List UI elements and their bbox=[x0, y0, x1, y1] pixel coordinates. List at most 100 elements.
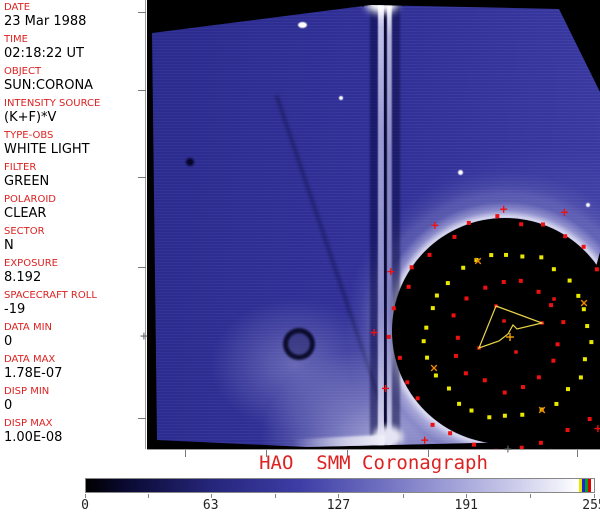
outer-red-squares-dot bbox=[520, 446, 524, 449]
outer-red-squares-dot bbox=[431, 423, 435, 427]
intensity-colorbar bbox=[85, 478, 595, 493]
field-label: TYPE-OBS bbox=[4, 130, 145, 142]
field-value: 02:18:22 UT bbox=[4, 46, 145, 61]
outer-red-squares-dot bbox=[595, 267, 599, 271]
field-label: OBJECT bbox=[4, 66, 145, 78]
yellow-squares-dot bbox=[552, 267, 556, 271]
yellow-squares-dot bbox=[461, 266, 465, 270]
inner-red-squares-dot bbox=[537, 375, 541, 379]
field-disp-max: DISP MAX1.00E-08 bbox=[4, 418, 145, 445]
outer-red-squares-dot bbox=[472, 443, 476, 447]
field-exposure: EXPOSURE8.192 bbox=[4, 258, 145, 285]
field-label: DATA MIN bbox=[4, 322, 145, 334]
inner-red-squares-dot bbox=[537, 290, 541, 294]
yellow-squares-dot bbox=[568, 279, 572, 283]
outer-red-squares-dot bbox=[541, 222, 545, 226]
inner-red-squares-dot bbox=[549, 303, 553, 307]
cross-red-marks-dot bbox=[500, 206, 507, 213]
yellow-squares-dot bbox=[422, 339, 426, 343]
extra-red-dot bbox=[502, 319, 506, 323]
field-value: 0 bbox=[4, 334, 145, 349]
field-type-obs: TYPE-OBSWHITE LIGHT bbox=[4, 130, 145, 157]
cross-red-marks-dot bbox=[431, 222, 438, 229]
outer-red-squares-dot bbox=[495, 214, 499, 218]
outer-red-squares-dot bbox=[467, 221, 471, 225]
left-frame-tick bbox=[138, 12, 146, 13]
field-label: EXPOSURE bbox=[4, 258, 145, 270]
inner-red-squares-dot bbox=[556, 342, 560, 346]
yellow-squares-dot bbox=[583, 357, 587, 361]
yellow-squares-dot bbox=[539, 255, 543, 259]
smm-coronagraph-display: { "sidebar": { "fields": [ {"label": "DA… bbox=[0, 0, 600, 512]
left-frame-tick bbox=[138, 418, 146, 419]
colorbar-label: 191 bbox=[454, 498, 477, 513]
yellow-squares-dot bbox=[435, 294, 439, 298]
field-label: DISP MIN bbox=[4, 386, 145, 398]
outer-red-squares-dot bbox=[519, 222, 523, 226]
outer-red-squares-dot bbox=[539, 441, 543, 445]
field-disp-min: DISP MIN0 bbox=[4, 386, 145, 413]
field-value: 0 bbox=[4, 398, 145, 413]
outer-red-squares-dot bbox=[410, 265, 414, 269]
extra-red-dot bbox=[552, 297, 556, 301]
field-value: GREEN bbox=[4, 174, 145, 189]
field-value: 8.192 bbox=[4, 270, 145, 285]
cross-red-marks-dot bbox=[382, 385, 389, 392]
outer-red-squares-dot bbox=[392, 306, 396, 310]
inner-red-squares-dot bbox=[483, 378, 487, 382]
outer-red-squares-dot bbox=[452, 235, 456, 239]
colorbar-label: 63 bbox=[203, 498, 219, 513]
inner-red-squares-dot bbox=[561, 320, 565, 324]
field-value: CLEAR bbox=[4, 206, 145, 221]
colorbar-stripe bbox=[588, 479, 591, 492]
field-value: 23 Mar 1988 bbox=[4, 14, 145, 29]
inner-red-squares-dot bbox=[519, 279, 523, 283]
yellow-squares-dot bbox=[434, 373, 438, 377]
instrument-caption: HAO SMM Coronagraph bbox=[147, 452, 600, 474]
yellow-squares-dot bbox=[487, 415, 491, 419]
colorbar-label: 127 bbox=[327, 498, 350, 513]
field-label: DATA MAX bbox=[4, 354, 145, 366]
metadata-sidebar: DATE23 Mar 1988TIME02:18:22 UTOBJECTSUN:… bbox=[0, 0, 146, 449]
field-polaroid: POLAROIDCLEAR bbox=[4, 194, 145, 221]
field-label: POLAROID bbox=[4, 194, 145, 206]
inner-red-squares-dot bbox=[502, 280, 506, 284]
yellow-squares-dot bbox=[585, 324, 589, 328]
field-label: DISP MAX bbox=[4, 418, 145, 430]
field-value: -19 bbox=[4, 302, 145, 317]
yellow-squares-dot bbox=[554, 402, 558, 406]
left-frame-tick bbox=[138, 177, 146, 178]
outer-red-squares-dot bbox=[405, 380, 409, 384]
occulting-disk bbox=[392, 218, 600, 444]
inner-red-squares-dot bbox=[483, 286, 487, 290]
field-data-max: DATA MAX1.78E-07 bbox=[4, 354, 145, 381]
yellow-squares-dot bbox=[504, 253, 508, 257]
field-intensity-source: INTENSITY SOURCE(K+F)*V bbox=[4, 98, 145, 125]
field-value: (K+F)*V bbox=[4, 110, 145, 125]
colorbar-tick bbox=[148, 494, 149, 498]
outer-red-squares-dot bbox=[398, 356, 402, 360]
yellow-squares-dot bbox=[425, 356, 429, 360]
outer-red-squares-dot bbox=[448, 431, 452, 435]
field-label: SECTOR bbox=[4, 226, 145, 238]
inner-red-squares-dot bbox=[503, 391, 507, 395]
yellow-squares-dot bbox=[576, 294, 580, 298]
colorbar-tick bbox=[403, 494, 404, 498]
yellow-squares-dot bbox=[446, 281, 450, 285]
field-value: 1.78E-07 bbox=[4, 366, 145, 381]
cross-red-marks-dot bbox=[387, 268, 394, 275]
colorbar-label: 0 bbox=[81, 498, 89, 513]
field-date: DATE23 Mar 1988 bbox=[4, 2, 145, 29]
outer-red-squares-dot bbox=[563, 234, 567, 238]
left-frame-tick bbox=[138, 267, 146, 268]
inner-red-squares-dot bbox=[551, 359, 555, 363]
outer-red-squares-dot bbox=[588, 417, 592, 421]
field-label: DATE bbox=[4, 2, 145, 14]
inner-red-squares-dot bbox=[521, 385, 525, 389]
field-object: OBJECTSUN:CORONA bbox=[4, 66, 145, 93]
yellow-squares-dot bbox=[424, 326, 428, 330]
inner-red-squares-dot bbox=[454, 354, 458, 358]
outer-red-squares-dot bbox=[416, 396, 420, 400]
field-value: WHITE LIGHT bbox=[4, 142, 145, 157]
inner-red-squares-dot bbox=[456, 336, 460, 340]
